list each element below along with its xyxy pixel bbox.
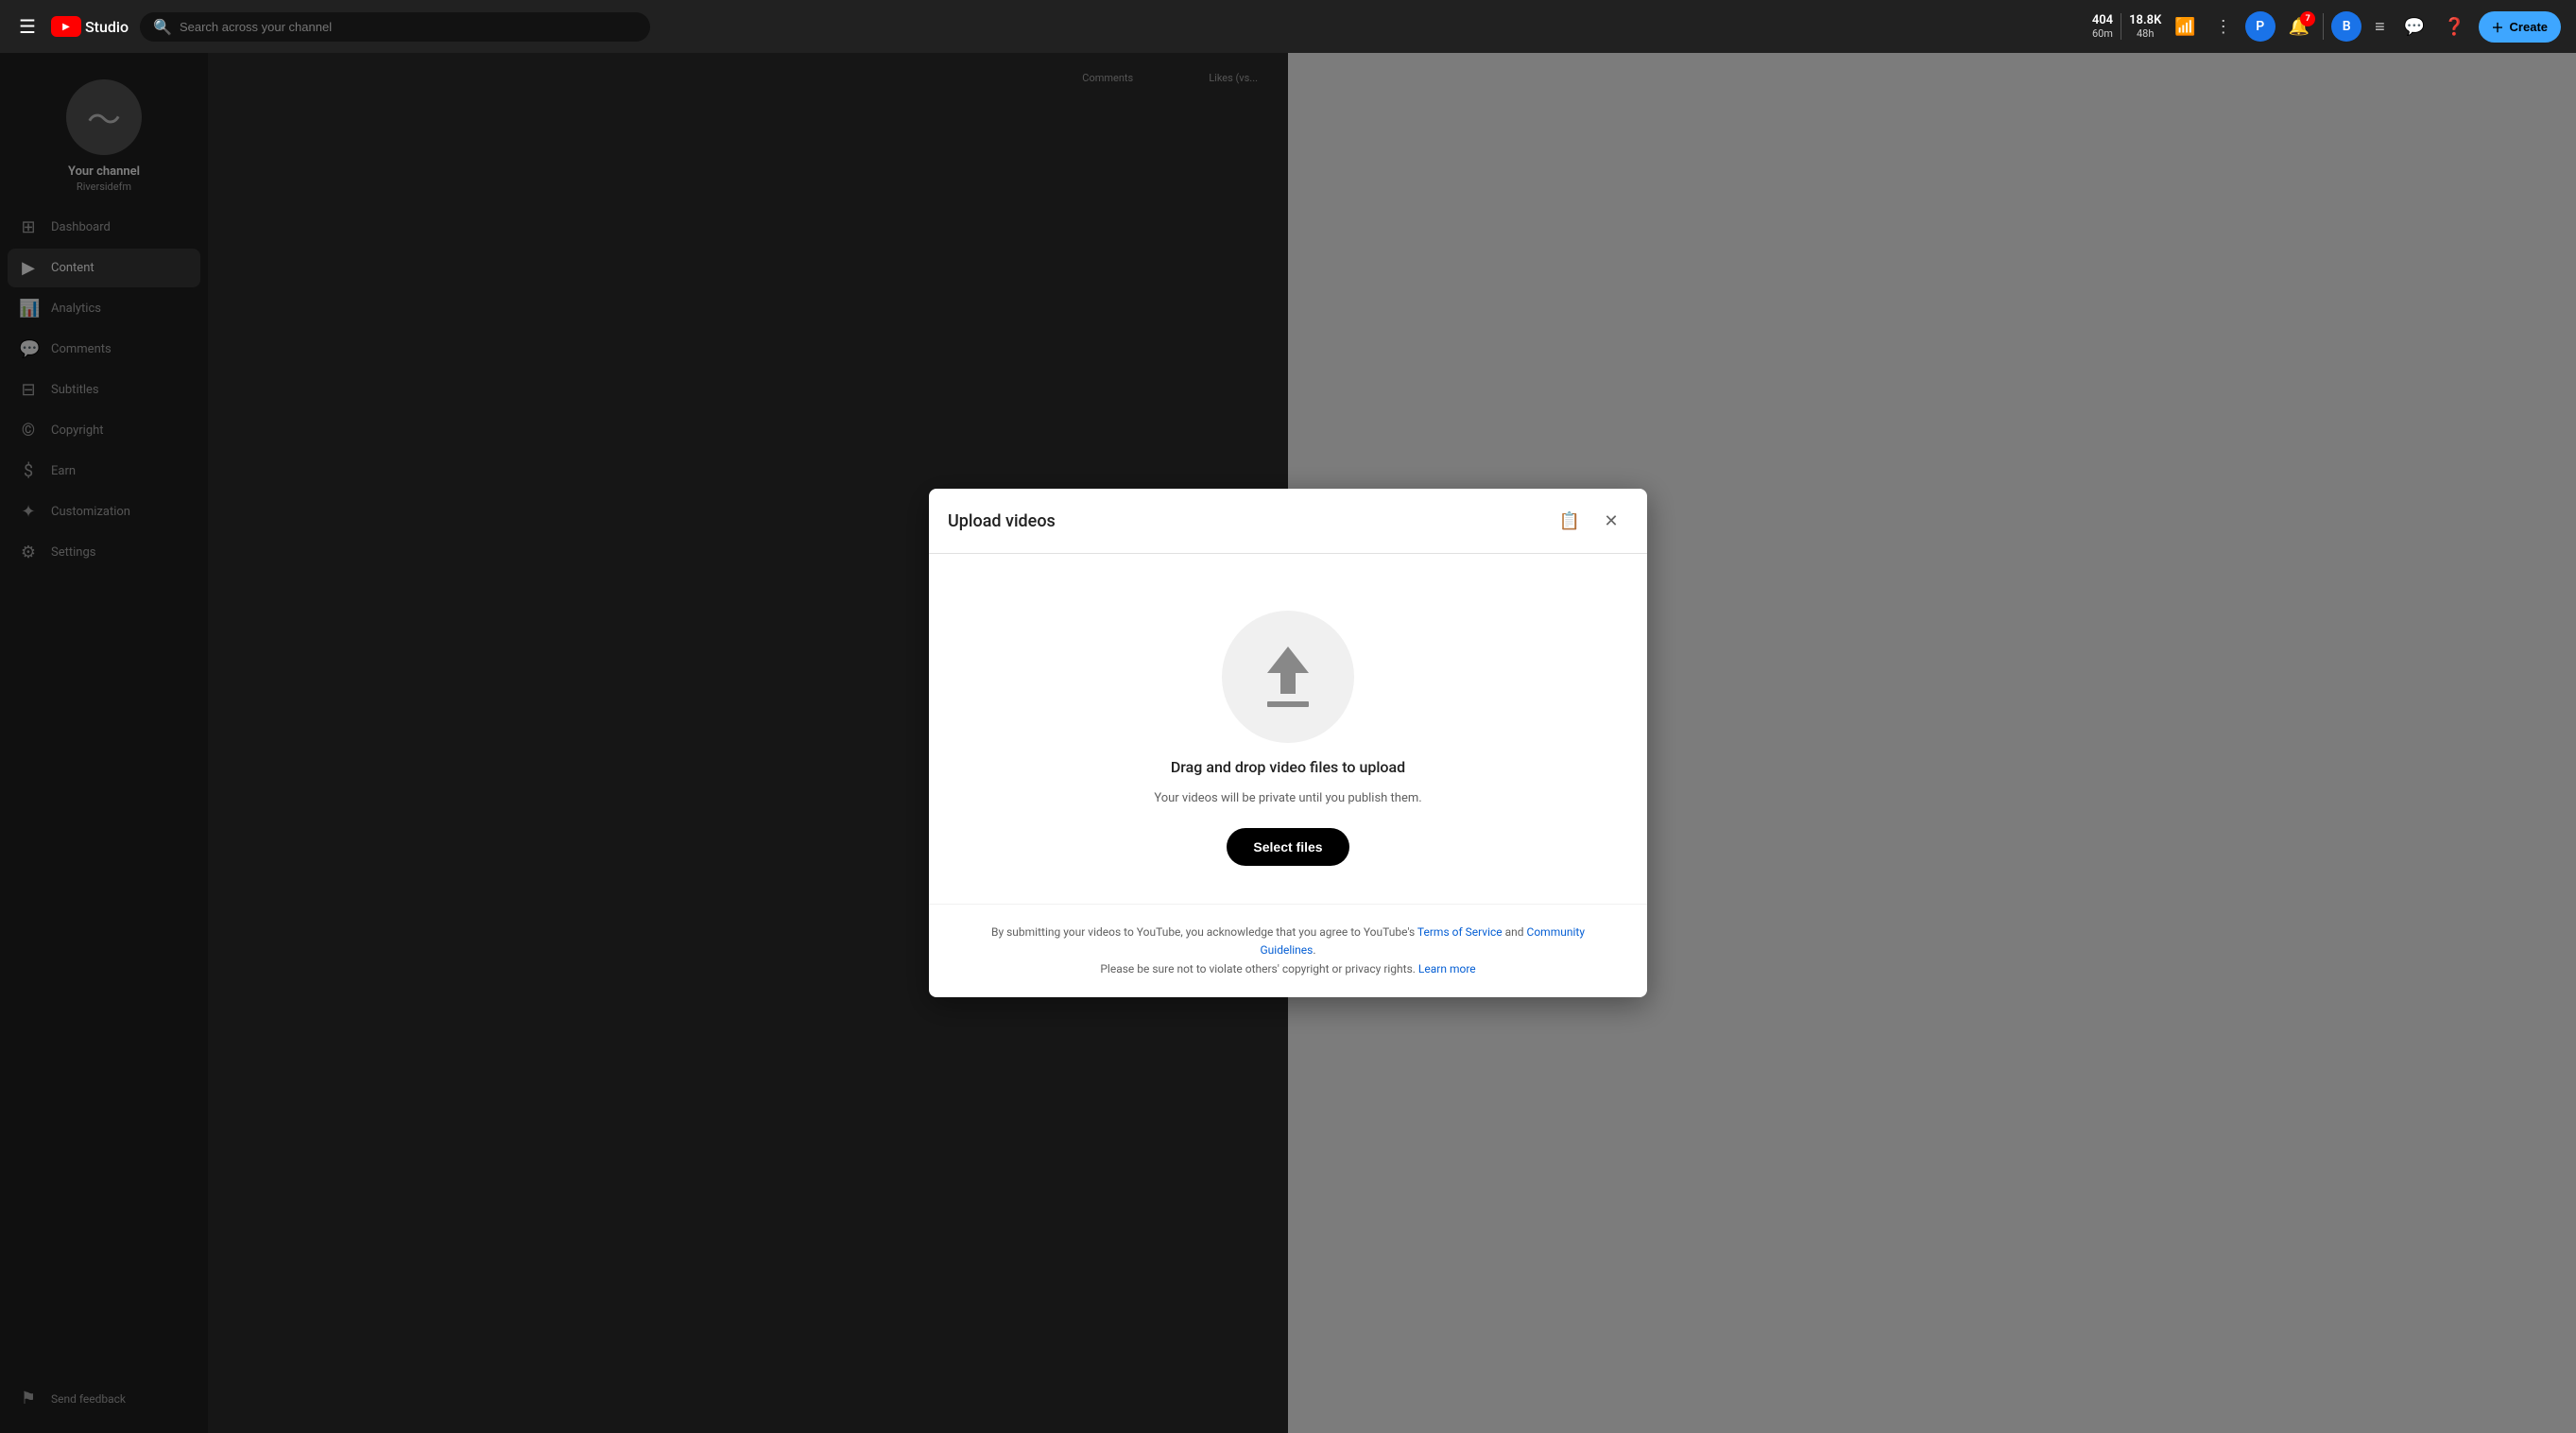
modal-overlay: Upload videos 📋 ✕ — [0, 53, 2576, 1433]
modal-body: Drag and drop video files to upload Your… — [929, 554, 1647, 904]
upload-base-line — [1267, 701, 1309, 707]
select-files-button[interactable]: Select files — [1227, 828, 1348, 866]
arrow-stem — [1280, 673, 1296, 694]
footer-line-1: By submitting your videos to YouTube, yo… — [967, 924, 1609, 959]
menu-dots-icon[interactable]: ≡ — [2369, 11, 2391, 43]
upload-modal: Upload videos 📋 ✕ — [929, 489, 1647, 997]
notif-badge: 7 — [2300, 11, 2315, 26]
arrow-head — [1267, 647, 1309, 673]
search-bar[interactable]: 🔍 — [140, 12, 650, 42]
footer-text-3: Please be sure not to violate others' co… — [1100, 962, 1418, 975]
modal-title: Upload videos — [948, 511, 1056, 531]
youtube-icon — [51, 16, 81, 37]
logo-text: Studio — [85, 18, 129, 36]
stat-18k: 18.8K 48h — [2129, 13, 2161, 41]
stat-404-label: 60m — [2092, 27, 2113, 40]
header-stats: 404 60m 18.8K 48h 📶 ⋮ P 🔔 7 B ≡ 💬 ❓ ＋ Cr… — [2092, 11, 2561, 43]
stat-18k-value: 18.8K — [2129, 13, 2161, 28]
close-icon: ✕ — [1604, 511, 1618, 531]
arrow-shape — [1267, 647, 1309, 694]
upload-icon-circle — [1222, 611, 1354, 743]
app-header: ☰ Studio 🔍 404 60m 18.8K 48h 📶 ⋮ P 🔔 7 B… — [0, 0, 2576, 53]
footer-line-2: Please be sure not to violate others' co… — [967, 960, 1609, 978]
footer-and: and — [1503, 925, 1527, 939]
channel-avatar-btn[interactable]: P — [2245, 11, 2275, 42]
privacy-text: Your videos will be private until you pu… — [1154, 791, 1421, 805]
header-divider — [2323, 13, 2324, 40]
footer-period: . — [1313, 943, 1315, 957]
search-icon: 🔍 — [153, 18, 172, 36]
create-plus-icon: ＋ — [2492, 18, 2504, 36]
stat-404: 404 60m — [2092, 13, 2113, 41]
close-modal-button[interactable]: ✕ — [1594, 504, 1628, 538]
modal-footer: By submitting your videos to YouTube, yo… — [929, 904, 1647, 997]
upload-arrow-graphic — [1267, 647, 1309, 707]
menu-icon[interactable]: ☰ — [15, 11, 40, 42]
footer-text-1: By submitting your videos to YouTube, yo… — [991, 925, 1417, 939]
logo: Studio — [51, 16, 129, 37]
modal-header-actions: 📋 ✕ — [1553, 504, 1628, 538]
stat-18k-label: 48h — [2137, 27, 2154, 40]
modal-header: Upload videos 📋 ✕ — [929, 489, 1647, 554]
playlist-icon: 📋 — [1559, 511, 1580, 531]
stat-404-value: 404 — [2092, 13, 2113, 28]
drag-drop-text: Drag and drop video files to upload — [1171, 758, 1405, 776]
create-button[interactable]: ＋ Create — [2479, 11, 2561, 43]
learn-more-link[interactable]: Learn more — [1418, 962, 1476, 975]
create-label: Create — [2510, 20, 2548, 34]
comments-icon[interactable]: 💬 — [2398, 11, 2430, 43]
user-avatar-btn[interactable]: B — [2331, 11, 2361, 42]
save-draft-button[interactable]: 📋 — [1553, 504, 1587, 538]
options-icon[interactable]: ⋮ — [2209, 11, 2238, 43]
notifications-btn[interactable]: 🔔 7 — [2283, 11, 2315, 43]
analytics-icon[interactable]: 📶 — [2169, 11, 2201, 43]
tos-link[interactable]: Terms of Service — [1417, 925, 1503, 939]
search-input[interactable] — [180, 20, 637, 34]
help-icon[interactable]: ❓ — [2438, 11, 2470, 43]
